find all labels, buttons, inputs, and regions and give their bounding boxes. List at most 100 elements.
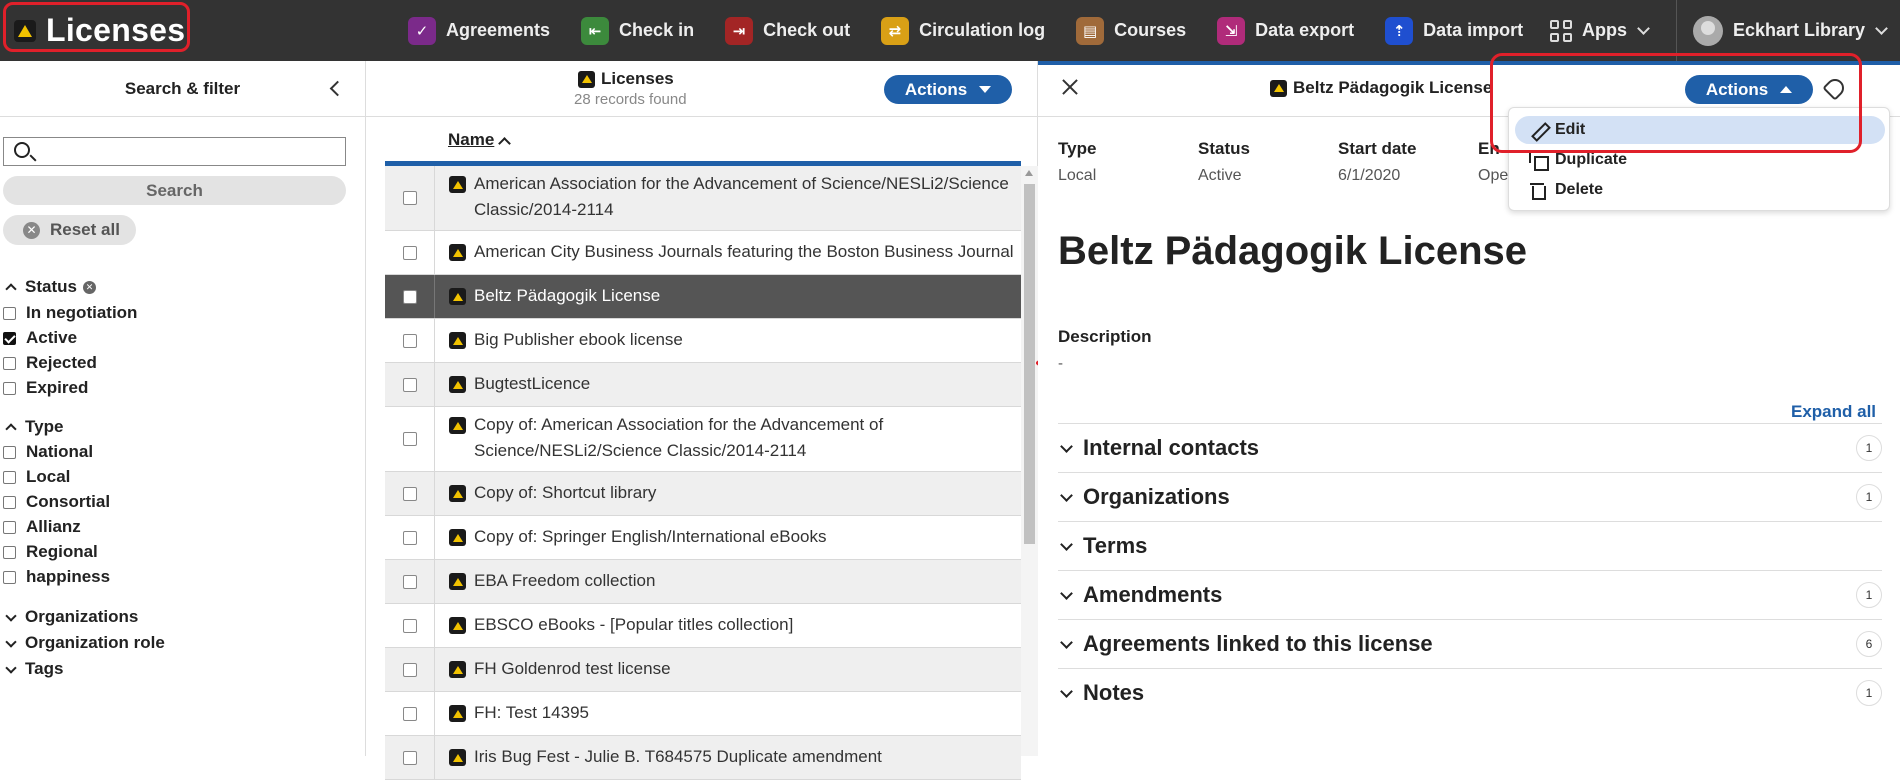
caret-down-icon xyxy=(979,86,992,93)
checkbox[interactable] xyxy=(3,445,16,459)
user-menu-button[interactable]: Eckhart Library xyxy=(1676,0,1888,61)
license-icon xyxy=(449,376,466,393)
reset-all-button[interactable]: ✕ Reset all xyxy=(3,215,136,245)
row-name: EBSCO eBooks - [Popular titles collectio… xyxy=(474,615,794,634)
checkbox[interactable] xyxy=(3,470,16,484)
checkbox[interactable] xyxy=(3,495,16,509)
licenses-icon xyxy=(1270,79,1287,97)
table-row[interactable]: Beltz Pädagogik License xyxy=(385,275,1021,319)
results-header: Licenses 28 records found Actions xyxy=(366,61,1037,117)
filter-status-active[interactable]: Active xyxy=(3,328,77,348)
chevron-down-icon xyxy=(1060,586,1073,600)
nav-item-circulation-log[interactable]: ⇄ Circulation log xyxy=(881,16,1045,45)
filter-status-rejected[interactable]: Rejected xyxy=(3,353,97,373)
avatar xyxy=(1693,15,1723,46)
search-input[interactable] xyxy=(3,137,346,166)
facet-organization-role-header[interactable]: Organization role xyxy=(3,633,165,653)
checkbox[interactable] xyxy=(3,356,16,370)
table-row[interactable]: American City Business Journals featurin… xyxy=(385,231,1021,275)
filter-type-regional[interactable]: Regional xyxy=(3,542,98,562)
nav-item-agreements[interactable]: ✓ Agreements xyxy=(408,16,550,45)
checkbox[interactable] xyxy=(3,545,16,559)
row-checkbox[interactable] xyxy=(402,191,417,205)
row-checkbox[interactable] xyxy=(402,377,417,392)
menu-item-delete[interactable]: Delete xyxy=(1515,176,1885,204)
facet-tags-header[interactable]: Tags xyxy=(3,659,63,679)
accordion-terms[interactable]: Terms xyxy=(1058,521,1882,570)
table-row[interactable]: EBSCO eBooks - [Popular titles collectio… xyxy=(385,604,1021,648)
accordion-organizations[interactable]: Organizations 1 xyxy=(1058,472,1882,521)
checkbox[interactable] xyxy=(3,520,16,534)
count-badge: 6 xyxy=(1856,631,1882,657)
clear-filter-icon[interactable]: ✕ xyxy=(82,280,96,294)
close-icon[interactable] xyxy=(1060,77,1080,97)
courses-icon: ▤ xyxy=(1076,16,1105,45)
nav-item-courses[interactable]: ▤ Courses xyxy=(1076,16,1187,45)
accordion-agreements-linked-to-this-license[interactable]: Agreements linked to this license 6 xyxy=(1058,619,1882,668)
row-checkbox[interactable] xyxy=(402,662,417,677)
filter-type-happiness[interactable]: happiness xyxy=(3,567,110,587)
filter-type-local[interactable]: Local xyxy=(3,467,70,487)
actions-label: Actions xyxy=(904,79,968,99)
table-row[interactable]: FH: Test 14395 xyxy=(385,692,1021,736)
column-header-name[interactable]: Name xyxy=(448,130,512,150)
checkbox[interactable] xyxy=(3,570,16,584)
table-row[interactable]: American Association for the Advancement… xyxy=(385,166,1021,231)
table-row[interactable]: FH Goldenrod test license xyxy=(385,648,1021,692)
scroll-up-icon[interactable] xyxy=(1025,170,1033,176)
chevron-down-icon xyxy=(1060,488,1073,502)
row-checkbox[interactable] xyxy=(402,618,417,633)
facet-type-header[interactable]: Type xyxy=(3,417,63,437)
count-badge: 1 xyxy=(1856,484,1882,510)
nav-item-check-out[interactable]: ⇥ Check out xyxy=(725,16,850,45)
expand-all-link[interactable]: Expand all xyxy=(1791,402,1876,422)
row-checkbox[interactable] xyxy=(402,289,417,304)
table-row[interactable]: Copy of: Shortcut library xyxy=(385,472,1021,516)
filter-type-allianz[interactable]: Allianz xyxy=(3,517,81,537)
row-checkbox-cell xyxy=(385,166,435,230)
row-checkbox[interactable] xyxy=(402,245,417,260)
facet-organizations-header[interactable]: Organizations xyxy=(3,607,138,627)
table-row[interactable]: Copy of: Springer English/International … xyxy=(385,516,1021,560)
results-title-label: Licenses xyxy=(601,69,674,88)
checkbox-label: Allianz xyxy=(26,517,81,536)
apps-menu-button[interactable]: Apps xyxy=(1550,0,1650,61)
row-checkbox[interactable] xyxy=(402,574,417,589)
collapse-pane-icon[interactable] xyxy=(329,80,346,97)
checkbox[interactable] xyxy=(3,331,16,345)
table-row[interactable]: Copy of: American Association for the Ad… xyxy=(385,407,1021,472)
table-row[interactable]: Iris Bug Fest - Julie B. T684575 Duplica… xyxy=(385,736,1021,780)
facet-label: Type xyxy=(25,417,64,436)
nav-item-check-in[interactable]: ⇤ Check in xyxy=(581,16,694,45)
filter-type-national[interactable]: National xyxy=(3,442,93,462)
table-row[interactable]: BugtestLicence xyxy=(385,363,1021,407)
row-checkbox[interactable] xyxy=(402,706,417,721)
facet-status-header[interactable]: Status ✕ xyxy=(3,277,96,297)
accordion-notes[interactable]: Notes 1 xyxy=(1058,668,1882,717)
search-button[interactable]: Search xyxy=(3,176,346,205)
row-checkbox[interactable] xyxy=(402,486,417,501)
row-checkbox[interactable] xyxy=(402,432,417,446)
row-checkbox[interactable] xyxy=(402,750,417,765)
results-actions-button[interactable]: Actions xyxy=(884,75,1012,104)
accordion-amendments[interactable]: Amendments 1 xyxy=(1058,570,1882,619)
filter-status-in-negotiation[interactable]: In negotiation xyxy=(3,303,137,323)
row-name: Copy of: Springer English/International … xyxy=(474,527,827,546)
nav-label: Courses xyxy=(1114,20,1187,40)
checkbox[interactable] xyxy=(3,306,16,320)
table-row[interactable]: Big Publisher ebook license xyxy=(385,319,1021,363)
results-scrollbar[interactable] xyxy=(1021,166,1038,756)
checkbox[interactable] xyxy=(3,381,16,395)
table-row[interactable]: EBA Freedom collection xyxy=(385,560,1021,604)
accordion-internal-contacts[interactable]: Internal contacts 1 xyxy=(1058,423,1882,472)
nav-item-data-export[interactable]: ⇲ Data export xyxy=(1217,16,1354,45)
scrollbar-thumb[interactable] xyxy=(1024,184,1035,544)
filter-status-expired[interactable]: Expired xyxy=(3,378,88,398)
highlight-box-actions xyxy=(1490,53,1862,153)
row-checkbox[interactable] xyxy=(402,333,417,348)
accordion-label: Notes xyxy=(1083,680,1145,705)
row-checkbox[interactable] xyxy=(402,530,417,545)
row-name-cell: Iris Bug Fest - Julie B. T684575 Duplica… xyxy=(435,736,1021,770)
nav-item-data-import[interactable]: ⇡ Data import xyxy=(1385,16,1523,45)
filter-type-consortial[interactable]: Consortial xyxy=(3,492,110,512)
